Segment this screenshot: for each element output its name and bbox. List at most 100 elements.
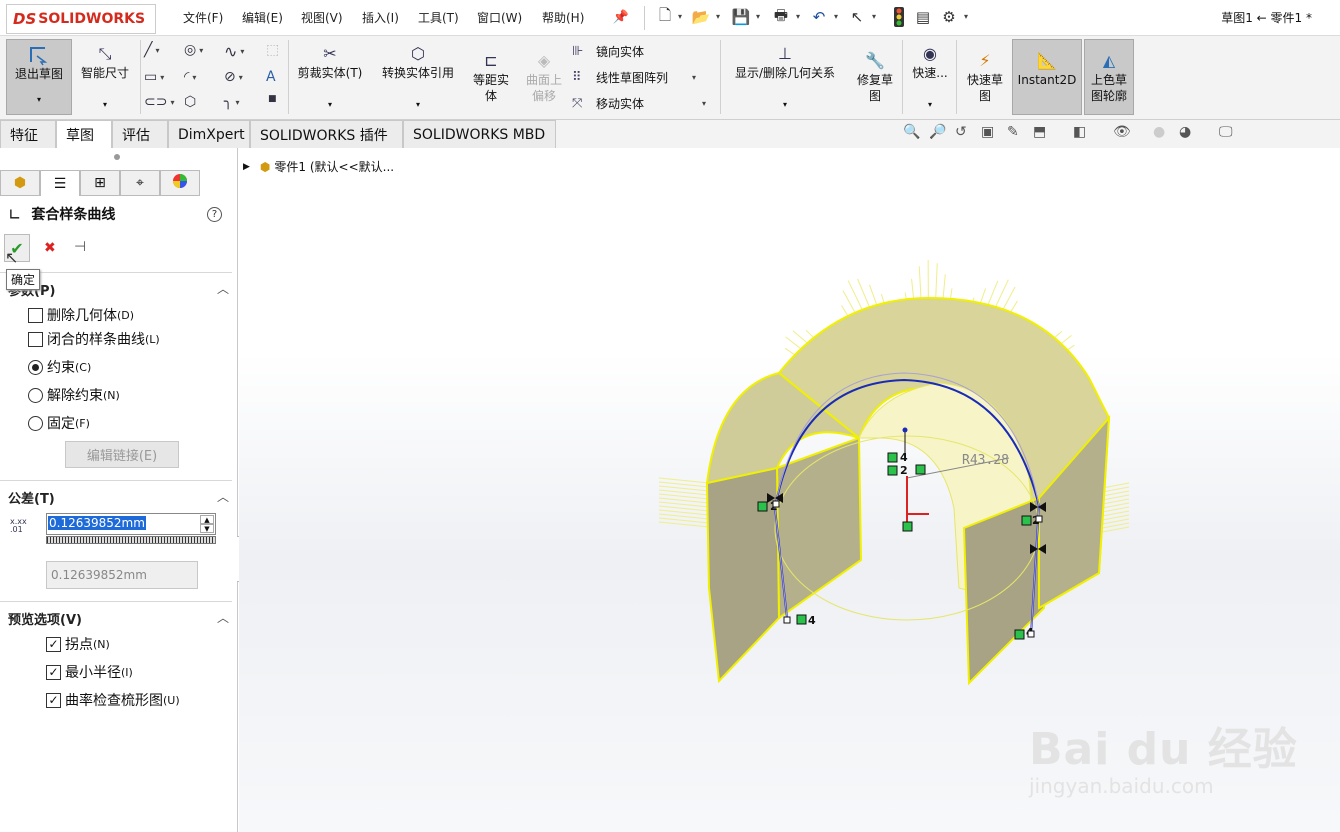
relation-marker[interactable]	[796, 614, 807, 625]
previous-view-icon[interactable]: ↺	[955, 124, 967, 140]
quick-snaps-button[interactable]: ◉ 快速... ▾	[906, 43, 954, 113]
relation-marker[interactable]	[1014, 629, 1025, 640]
construction-geometry-tool[interactable]: ⬚	[266, 42, 279, 58]
closed-spline-checkbox[interactable]: 闭合的样条曲线 (L)	[28, 329, 160, 349]
chevron-down-icon[interactable]: ▾	[716, 12, 720, 21]
relation-marker[interactable]	[887, 465, 898, 476]
delete-geometry-checkbox[interactable]: 删除几何体 (D)	[28, 305, 134, 325]
slot-tool[interactable]: ⊂⊃ ▾	[144, 94, 174, 110]
options-gear-icon[interactable]: ⚙	[938, 7, 960, 27]
file-properties-icon[interactable]: ▤	[912, 7, 934, 27]
rebuild-traffic-light-icon[interactable]	[888, 7, 910, 27]
relation-marker[interactable]	[757, 501, 768, 512]
configuration-manager-tab[interactable]: ⊞	[80, 170, 120, 196]
menu-help[interactable]: 帮助(H)	[542, 9, 584, 26]
checkbox-box[interactable]: ✓	[46, 692, 61, 708]
collapse-chevron-icon[interactable]: ︿	[217, 609, 229, 626]
arc-tool[interactable]: ◜ ▾	[184, 69, 196, 85]
constrained-radio[interactable]: 约束 (C)	[28, 357, 91, 377]
relation-marker[interactable]	[915, 464, 926, 475]
relation-marker[interactable]	[887, 452, 898, 463]
feature-manager-tab[interactable]: ⬢	[0, 170, 40, 196]
menu-insert[interactable]: 插入(I)	[362, 9, 399, 26]
fixed-radio[interactable]: 固定 (F)	[28, 413, 90, 433]
hide-show-items-icon[interactable]: 👁	[1113, 124, 1131, 140]
left-leg-inner-face[interactable]	[775, 436, 863, 620]
new-document-icon[interactable]: 🗋	[654, 6, 676, 27]
graphics-area[interactable]: ▶ ⬢ 零件1 (默认<<默认... R43.28 4 2 4 Bai du 经…	[239, 148, 1340, 832]
radio-circle[interactable]	[28, 359, 43, 375]
polygon-tool[interactable]: ⬡	[184, 94, 196, 110]
shaded-sketch-contours-button[interactable]: ◭ 上色草图轮廓	[1084, 39, 1134, 115]
preview-options-header[interactable]: 预览选项(V)	[8, 609, 82, 628]
minimum-radius-checkbox[interactable]: ✓ 最小半径 (I)	[46, 662, 133, 682]
spline-tool[interactable]: ∿ ▾	[224, 42, 244, 61]
exit-sketch-button[interactable]: 退出草图 ▾	[6, 39, 72, 115]
radio-circle[interactable]	[28, 387, 43, 403]
tab-features[interactable]: 特征	[0, 120, 56, 148]
tab-evaluate[interactable]: 评估	[112, 120, 168, 148]
help-icon[interactable]: ?	[207, 207, 222, 222]
mirror-entities-button[interactable]: ⊪ 镜向实体	[572, 43, 644, 60]
display-delete-relations-button[interactable]: ⊥ 显示/删除几何关系 ▾	[724, 43, 846, 113]
collapse-chevron-icon[interactable]: ︿	[217, 488, 229, 505]
view-settings-monitor-icon[interactable]: 🖵	[1219, 124, 1233, 140]
curvature-comb-checkbox[interactable]: ✓ 曲率检查梳形图 (U)	[46, 690, 180, 710]
tab-sketch[interactable]: 草图	[56, 120, 112, 148]
smart-dimension-button[interactable]: ⤡ 智能尺寸 ▾	[74, 43, 136, 113]
dynamic-annotation-icon[interactable]: ✎	[1007, 124, 1019, 140]
open-folder-icon[interactable]: 📂	[690, 7, 712, 27]
tab-dimxpert[interactable]: DimXpert	[168, 120, 250, 148]
chevron-down-icon[interactable]: ▾	[964, 12, 968, 21]
ellipse-tool[interactable]: ⊘ ▾	[224, 69, 243, 85]
spline-endpoint[interactable]	[1035, 515, 1043, 523]
scene-icon[interactable]: ◕	[1179, 124, 1191, 140]
spin-up-arrow-icon[interactable]: ▲	[200, 515, 214, 524]
solidworks-logo[interactable]: DS SOLIDWORKS	[6, 4, 156, 34]
collapse-chevron-icon[interactable]: ︿	[217, 280, 229, 297]
origin-marker[interactable]	[902, 521, 913, 532]
move-entities-button[interactable]: ⤧ 移动实体 ▾	[572, 95, 706, 112]
point-tool[interactable]: ■	[268, 94, 277, 104]
zoom-to-area-icon[interactable]: 🔎	[929, 124, 946, 140]
linear-pattern-button[interactable]: ⠿ 线性草图阵列 ▾	[572, 69, 696, 86]
trim-entities-button[interactable]: ✂ 剪裁实体(T) ▾	[292, 43, 368, 113]
menu-window[interactable]: 窗口(W)	[477, 9, 522, 26]
spline-point[interactable]	[902, 427, 908, 433]
panel-grip-handle[interactable]	[114, 154, 120, 160]
spline-endpoint[interactable]	[783, 616, 791, 624]
view-orientation-icon[interactable]: ⬒	[1033, 124, 1046, 140]
pushpin-icon[interactable]: ⊣	[74, 239, 86, 255]
menu-view[interactable]: 视图(V)	[301, 9, 343, 26]
menu-tools[interactable]: 工具(T)	[418, 9, 459, 26]
checkbox-box[interactable]: ✓	[46, 636, 61, 652]
section-view-icon[interactable]: ▣	[981, 124, 994, 140]
save-icon[interactable]: 💾	[730, 7, 752, 27]
dimxpert-manager-tab[interactable]: ⌖	[120, 170, 160, 196]
radio-circle[interactable]	[28, 415, 43, 431]
instant2d-button[interactable]: 📐 Instant2D	[1012, 39, 1082, 115]
checkbox-box[interactable]: ✓	[46, 664, 61, 680]
text-tool[interactable]: A	[266, 69, 276, 85]
rectangle-tool[interactable]: ▭ ▾	[144, 69, 164, 85]
checkbox-box[interactable]	[28, 307, 43, 323]
select-cursor-icon[interactable]: ↖	[846, 7, 868, 27]
inflection-points-checkbox[interactable]: ✓ 拐点 (N)	[46, 634, 110, 654]
checkbox-box[interactable]	[28, 331, 43, 347]
cancel-x-button[interactable]: ✖	[44, 240, 56, 256]
radius-dimension-text[interactable]: R43.28	[962, 453, 1009, 468]
tolerance-header[interactable]: 公差(T)	[8, 488, 55, 507]
chevron-down-icon[interactable]: ▾	[834, 12, 838, 21]
spline-endpoint[interactable]	[1027, 630, 1035, 638]
spline-endpoint[interactable]	[772, 500, 780, 508]
menu-file[interactable]: 文件(F)	[183, 9, 223, 26]
chevron-down-icon[interactable]: ▾	[756, 12, 760, 21]
tolerance-input-value[interactable]: 0.12639852mm	[48, 516, 146, 530]
repair-sketch-button[interactable]: 🔧 修复草图	[850, 50, 900, 104]
pin-icon[interactable]: 📌	[610, 7, 632, 27]
chevron-down-icon[interactable]: ▾	[872, 12, 876, 21]
tolerance-thumbwheel[interactable]	[46, 536, 216, 544]
print-icon[interactable]: 🖶	[770, 6, 792, 27]
offset-entities-button[interactable]: ⊏ 等距实体	[466, 50, 516, 104]
menu-edit[interactable]: 编辑(E)	[242, 9, 283, 26]
